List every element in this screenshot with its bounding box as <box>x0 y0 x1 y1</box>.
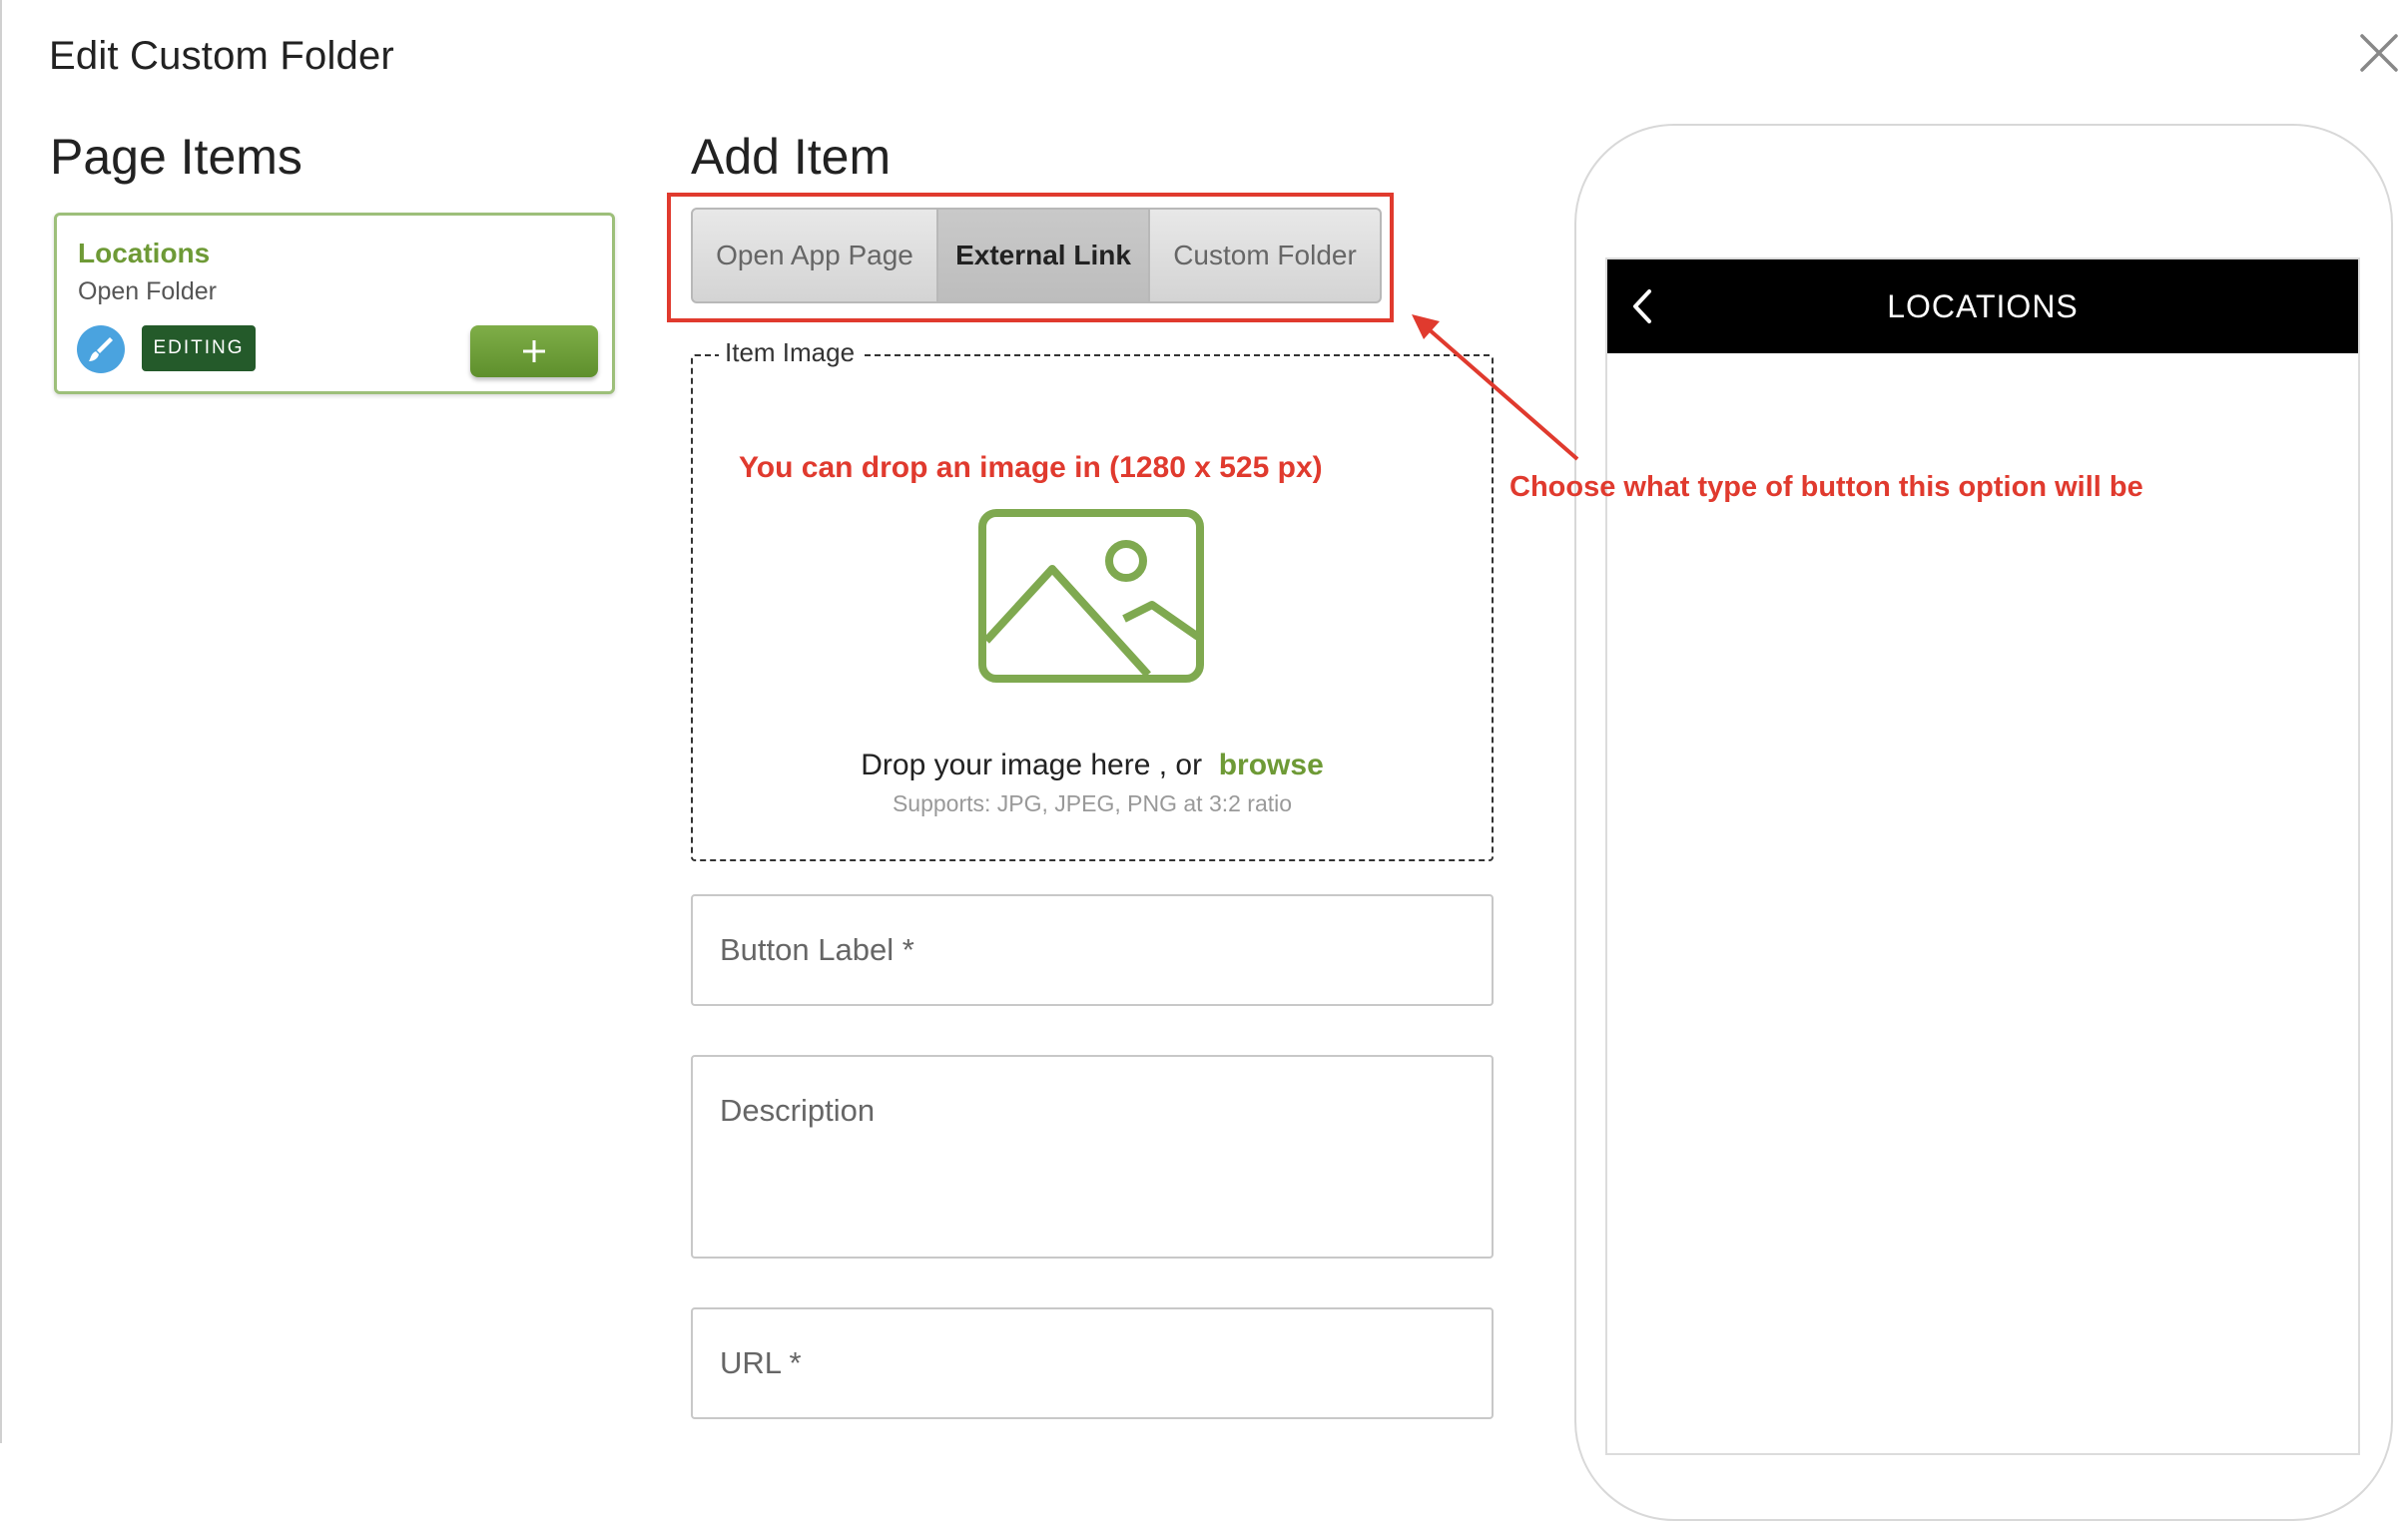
tab-custom-folder[interactable]: Custom Folder <box>1148 210 1380 301</box>
tab-open-app-page[interactable]: Open App Page <box>693 210 936 301</box>
brush-icon <box>89 337 113 361</box>
modal-title: Edit Custom Folder <box>49 34 394 78</box>
dropzone-text: Drop your image here , or browse <box>691 749 1494 782</box>
item-type-tabs: Open App Page External Link Custom Folde… <box>691 208 1382 303</box>
add-item-heading: Add Item <box>691 129 892 185</box>
page-items-heading: Page Items <box>50 129 302 185</box>
editing-badge: EDITING <box>142 325 256 371</box>
page-item-card[interactable]: Locations Open Folder EDITING <box>54 213 615 394</box>
add-subitem-button[interactable] <box>470 325 598 377</box>
tab-external-link[interactable]: External Link <box>936 210 1148 301</box>
drop-instruction: Drop your image here , or <box>861 749 1203 781</box>
annotation-arrow <box>1412 314 1579 461</box>
dropzone-supported-formats: Supports: JPG, JPEG, PNG at 3:2 ratio <box>892 790 1293 816</box>
button-label-input[interactable] <box>691 894 1494 1006</box>
description-input[interactable] <box>691 1055 1494 1259</box>
plus-icon <box>523 340 545 362</box>
card-subtitle: Open Folder <box>78 277 217 305</box>
close-button[interactable] <box>2356 30 2402 76</box>
left-edge-divider <box>0 0 2 1443</box>
dropzone-size-hint: You can drop an image in (1280 x 525 px) <box>739 451 1323 484</box>
image-icon <box>978 509 1204 683</box>
url-input[interactable] <box>691 1307 1494 1419</box>
phone-header-title: LOCATIONS <box>1887 287 2079 324</box>
phone-preview-screen <box>1605 257 2360 1455</box>
phone-preview-header: LOCATIONS <box>1607 259 2358 353</box>
card-title: Locations <box>78 238 211 268</box>
edit-style-button[interactable] <box>77 325 125 373</box>
browse-link[interactable]: browse <box>1219 749 1324 781</box>
close-icon[interactable] <box>2356 30 2402 76</box>
chevron-left-icon[interactable] <box>1627 287 1657 325</box>
dropzone-legend: Item Image <box>719 337 862 368</box>
annotation-text: Choose what type of button this option w… <box>1509 471 2143 503</box>
